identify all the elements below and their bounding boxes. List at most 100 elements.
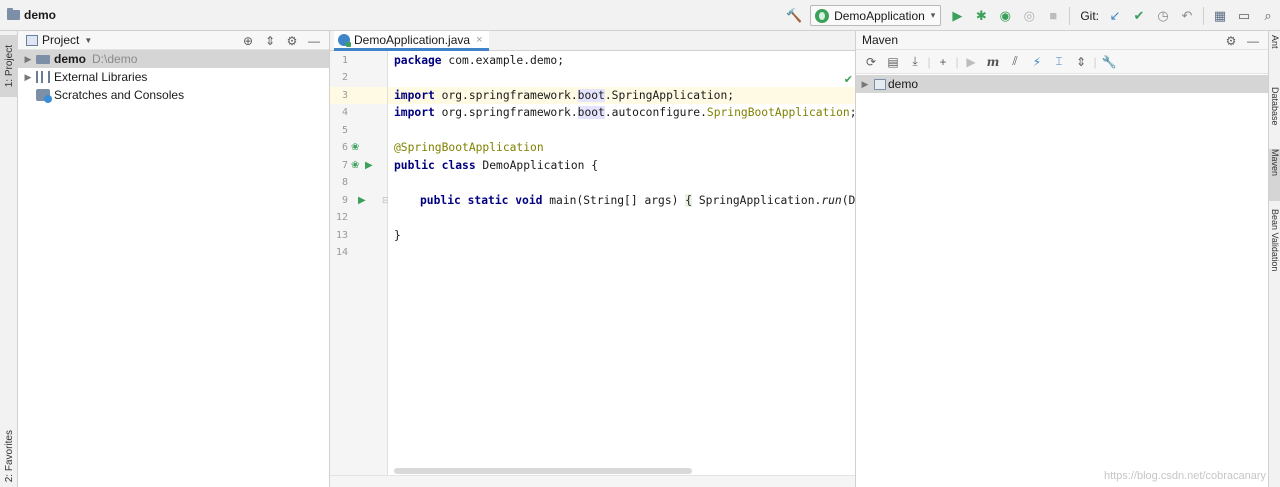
inspection-ok-icon[interactable]: ✔ (844, 73, 853, 86)
tree-item-demo[interactable]: ▶ demo D:\demo (18, 50, 329, 68)
run-configuration-select[interactable]: DemoApplication ▾ (810, 5, 942, 26)
run-icon[interactable]: ▶ (946, 5, 968, 27)
tab-project[interactable]: 1: Project (0, 35, 18, 97)
collapse-all-icon[interactable]: ⇕ (259, 34, 281, 48)
tree-item-external-libraries[interactable]: ▶ External Libraries (18, 68, 329, 86)
run-gutter-icon[interactable]: ▶ (358, 195, 366, 206)
spring-bean-icon[interactable]: ❀ (351, 142, 359, 153)
code-text: org.springframework. (434, 106, 578, 119)
editor-gutter[interactable]: 1 2 3 4 5 6 ❀ 7 ❀ ▶ 8 9 ▶ ⊟ 12 13 14 (330, 51, 390, 487)
tab-project-label: 1: Project (3, 44, 15, 88)
git-label: Git: (1080, 8, 1099, 23)
download-icon[interactable]: ⤓ (904, 54, 926, 69)
toggle-offline-icon[interactable]: ⫽ (1004, 54, 1026, 69)
tab-bean-validation-label: Bean Validation (1270, 209, 1280, 272)
tree-item-label: External Libraries (54, 70, 148, 84)
tab-ant[interactable]: Ant (1269, 35, 1280, 71)
add-icon[interactable]: + (932, 55, 954, 69)
reload-icon[interactable]: ⟳ (860, 55, 882, 69)
tab-favorites[interactable]: 2: Favorites (0, 427, 18, 485)
close-icon[interactable]: × (476, 34, 482, 46)
gear-icon[interactable]: ⚙ (1220, 34, 1242, 48)
line-number: 7 (341, 160, 348, 171)
line-number: 4 (341, 107, 348, 118)
rollback-icon[interactable]: ↶ (1176, 5, 1198, 27)
tree-item-path: D:\demo (92, 52, 138, 66)
line-number: 8 (341, 177, 348, 188)
chevron-right-icon[interactable]: ▶ (20, 72, 36, 83)
maven-project-icon (874, 78, 886, 90)
code-line: public class DemoApplication { (388, 157, 855, 174)
code-text: .autoconfigure. (604, 106, 707, 119)
code-text: .SpringApplication; (604, 89, 735, 102)
tab-maven[interactable]: Maven (1269, 149, 1280, 201)
profile-icon[interactable]: ◎ (1018, 5, 1040, 27)
terminal-icon[interactable]: ▭ (1233, 5, 1255, 27)
libraries-icon (36, 71, 50, 83)
code-text: org.springframework. (434, 89, 578, 102)
collapse-all-icon[interactable]: ⇕ (1070, 55, 1092, 69)
tab-database-label: Database (1270, 87, 1280, 126)
chevron-down-icon[interactable]: ▼ (84, 36, 92, 45)
maven-tool-window: Maven ⚙ — ⟳ ▤ ⤓ | + | ▶ m ⫽ ⚡ ⌶ ⇕ | 🔧 ▶ … (856, 31, 1268, 487)
locate-file-icon[interactable]: ⊕ (237, 34, 259, 48)
line-number: 6 (341, 142, 348, 153)
tab-database[interactable]: Database (1269, 87, 1280, 145)
project-folder-icon (7, 8, 20, 20)
code-editor: DemoApplication.java × 1 2 3 4 5 6 ❀ 7 ❀… (330, 31, 856, 487)
chevron-right-icon[interactable]: ▶ (20, 54, 36, 65)
show-dependencies-icon[interactable]: ⌶ (1048, 54, 1070, 69)
breadcrumb-project-name[interactable]: demo (24, 8, 56, 22)
minimize-icon[interactable]: — (303, 34, 325, 48)
main-toolbar: 🔨 DemoApplication ▾ ▶ ✱ ◉ ◎ ■ Git: ↙ ✔ ◷… (782, 0, 1280, 31)
run-gutter-icon[interactable]: ▶ (365, 160, 373, 171)
project-panel-header: Project ▼ ⊕ ⇕ ⚙ — (18, 31, 329, 50)
class-reference: SpringBootApplication (706, 106, 850, 119)
line-number: 9 (341, 195, 348, 206)
settings-wrench-icon[interactable]: 🔧 (1098, 55, 1120, 69)
code-line: package com.example.demo; (388, 52, 855, 69)
chevron-down-icon: ▾ (930, 10, 936, 20)
editor-footer (330, 475, 855, 487)
project-structure-icon[interactable]: ▦ (1209, 5, 1231, 27)
git-commit-icon[interactable]: ✔ (1128, 5, 1150, 27)
tree-item-scratches[interactable]: Scratches and Consoles (18, 86, 329, 104)
maven-tree-item-demo[interactable]: ▶ demo (856, 75, 1268, 93)
code-line-current: import org.springframework.boot.SpringAp… (388, 87, 855, 104)
line-number: 14 (335, 247, 348, 258)
minimize-icon[interactable]: — (1242, 34, 1264, 48)
project-tool-window: Project ▼ ⊕ ⇕ ⚙ — ▶ demo D:\demo ▶ Exter… (18, 31, 330, 487)
git-update-icon[interactable]: ↙ (1104, 5, 1126, 27)
scratches-icon (36, 89, 52, 103)
project-panel-title[interactable]: Project (42, 33, 79, 47)
horizontal-scrollbar[interactable] (394, 468, 692, 474)
execute-goal-icon[interactable]: m (982, 55, 1004, 69)
tab-ant-label: Ant (1270, 35, 1280, 49)
run-icon[interactable]: ▶ (960, 55, 982, 69)
breadcrumb[interactable]: demo (7, 0, 56, 30)
watermark: https://blog.csdn.net/cobracanary (1103, 470, 1266, 482)
coverage-icon[interactable]: ◉ (994, 5, 1016, 27)
tab-maven-label: Maven (1270, 149, 1280, 177)
keyword: public class (394, 159, 476, 172)
editor-tab-demoapplication[interactable]: DemoApplication.java × (334, 31, 489, 51)
code-text: main(String[] args) (542, 194, 686, 207)
java-class-icon (338, 33, 351, 47)
tab-bean-validation[interactable]: Bean Validation (1269, 209, 1280, 301)
gear-icon[interactable]: ⚙ (281, 34, 303, 48)
search-everywhere-icon[interactable]: ⌕ (1257, 5, 1279, 27)
code-text: SpringApplication. (692, 194, 822, 207)
spring-bean-icon[interactable]: ❀ (351, 160, 359, 171)
code-area[interactable]: package com.example.demo; import org.spr… (388, 51, 855, 487)
debug-icon[interactable]: ✱ (970, 5, 992, 27)
chevron-right-icon[interactable]: ▶ (856, 79, 874, 90)
code-text: com.example.demo; (441, 54, 565, 67)
history-icon[interactable]: ◷ (1152, 5, 1174, 27)
tree-item-label: demo (54, 52, 87, 66)
maven-tree-item-label: demo (888, 77, 919, 91)
build-hammer-icon[interactable]: 🔨 (783, 5, 805, 27)
keyword: public static void (420, 194, 543, 207)
generate-sources-icon[interactable]: ▤ (882, 55, 904, 69)
skip-tests-icon[interactable]: ⚡ (1026, 55, 1048, 69)
stop-icon[interactable]: ■ (1042, 5, 1064, 27)
